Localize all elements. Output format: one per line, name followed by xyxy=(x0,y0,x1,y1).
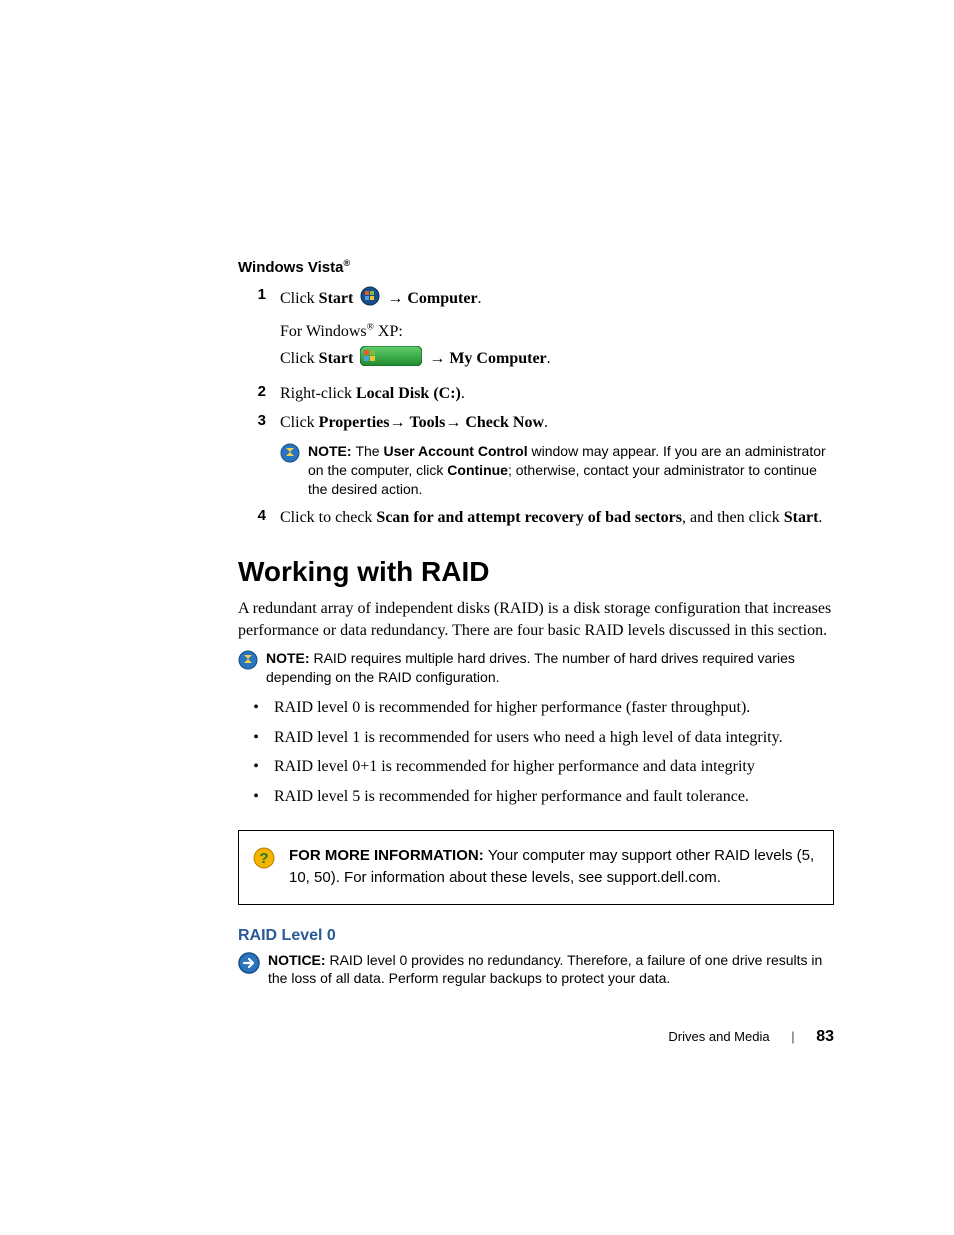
step-body: Click to check Scan for and attempt reco… xyxy=(280,507,822,529)
text: . xyxy=(818,509,822,526)
notice-label: NOTICE: xyxy=(268,952,329,968)
text: . xyxy=(478,290,482,307)
note-text: NOTE: The User Account Control window ma… xyxy=(308,442,834,499)
list-item: • RAID level 0 is recommended for higher… xyxy=(238,697,834,719)
start-button-xp-icon xyxy=(360,346,422,373)
text-bold: Start xyxy=(784,509,819,526)
text: Click xyxy=(280,350,319,367)
bullet-icon: • xyxy=(238,727,274,749)
bullet-icon: • xyxy=(238,756,274,778)
footer-section: Drives and Media xyxy=(668,1029,769,1044)
document-page: Windows Vista® 1 Click Start → Computer.… xyxy=(0,0,954,1146)
step-4: 4 Click to check Scan for and attempt re… xyxy=(238,507,834,529)
step-body: Click Start → Computer. xyxy=(280,286,482,313)
question-mark-icon: ? xyxy=(253,847,275,877)
text: RAID level 0 provides no redundancy. The… xyxy=(268,952,822,987)
text: Click xyxy=(280,414,319,431)
step-1-sub: For Windows® XP: xyxy=(280,321,834,343)
list-item: • RAID level 1 is recommended for users … xyxy=(238,727,834,749)
text: . xyxy=(547,350,551,367)
bullet-icon: • xyxy=(238,697,274,719)
text-bold: User Account Control xyxy=(383,443,527,459)
text-bold: Local Disk (C:) xyxy=(356,385,461,402)
text-bold: Check Now xyxy=(465,414,544,431)
list-item: • RAID level 5 is recommended for higher… xyxy=(238,786,834,808)
list-item: • RAID level 0+1 is recommended for high… xyxy=(238,756,834,778)
text-bold: Start xyxy=(319,350,354,367)
for-more-information-box: ? FOR MORE INFORMATION: Your computer ma… xyxy=(238,830,834,905)
text: RAID requires multiple hard drives. The … xyxy=(266,650,795,685)
text: Right-click xyxy=(280,385,356,402)
text: The xyxy=(355,443,383,459)
note-raid-drives: NOTE: RAID requires multiple hard drives… xyxy=(238,649,834,687)
text: → xyxy=(445,414,465,431)
text: . xyxy=(461,385,465,402)
step-2: 2 Right-click Local Disk (C:). xyxy=(238,383,834,405)
note-uac: NOTE: The User Account Control window ma… xyxy=(280,442,834,499)
text: → xyxy=(389,414,409,431)
text: → xyxy=(383,290,407,307)
text: , and then click xyxy=(682,509,784,526)
notice-raid0: NOTICE: RAID level 0 provides no redunda… xyxy=(238,951,834,989)
note-icon xyxy=(280,443,300,468)
bullet-text: RAID level 5 is recommended for higher p… xyxy=(274,786,749,808)
page-footer: Drives and Media | 83 xyxy=(238,1028,834,1046)
step-body: Right-click Local Disk (C:). xyxy=(280,383,465,405)
heading-text: Windows Vista xyxy=(238,259,343,276)
bullet-text: RAID level 0 is recommended for higher p… xyxy=(274,697,750,719)
step-body: Click Properties→ Tools→ Check Now. xyxy=(280,412,548,434)
bullet-text: RAID level 0+1 is recommended for higher… xyxy=(274,756,755,778)
text-bold: Start xyxy=(319,290,354,307)
step-number: 4 xyxy=(238,507,280,524)
step-3: 3 Click Properties→ Tools→ Check Now. xyxy=(238,412,834,434)
page-number: 83 xyxy=(816,1028,834,1045)
note-text: NOTE: RAID requires multiple hard drives… xyxy=(266,649,834,687)
registered-symbol: ® xyxy=(367,321,374,332)
text-bold: Properties xyxy=(319,414,390,431)
svg-text:?: ? xyxy=(259,850,268,867)
text-bold: Scan for and attempt recovery of bad sec… xyxy=(376,509,682,526)
footer-divider: | xyxy=(791,1029,794,1044)
step-number: 3 xyxy=(238,412,280,429)
text-bold: Tools xyxy=(409,414,445,431)
registered-symbol: ® xyxy=(343,258,350,268)
step-number: 2 xyxy=(238,383,280,400)
text: Click to check xyxy=(280,509,376,526)
raid-bullet-list: • RAID level 0 is recommended for higher… xyxy=(238,697,834,807)
bullet-text: RAID level 1 is recommended for users wh… xyxy=(274,727,783,749)
text-bold: Computer xyxy=(407,290,477,307)
text: For Windows xyxy=(280,323,367,340)
heading-raid-level-0: RAID Level 0 xyxy=(238,927,834,945)
start-orb-vista-icon xyxy=(360,286,380,313)
notice-text: NOTICE: RAID level 0 provides no redunda… xyxy=(268,951,834,989)
notice-icon xyxy=(238,952,260,979)
step-1-sub2: Click Start → My Computer. xyxy=(280,346,834,373)
note-label: NOTE: xyxy=(266,650,313,666)
text-bold: Continue xyxy=(447,462,508,478)
text: . xyxy=(544,414,548,431)
info-label: FOR MORE INFORMATION: xyxy=(289,847,488,864)
text: → xyxy=(425,350,449,367)
note-label: NOTE: xyxy=(308,443,355,459)
bullet-icon: • xyxy=(238,786,274,808)
note-icon xyxy=(238,650,258,675)
text-bold: My Computer xyxy=(449,350,546,367)
heading-windows-vista: Windows Vista® xyxy=(238,258,834,276)
raid-intro-paragraph: A redundant array of independent disks (… xyxy=(238,598,834,641)
heading-working-with-raid: Working with RAID xyxy=(238,556,834,588)
text: XP: xyxy=(374,323,403,340)
step-1: 1 Click Start → Computer. xyxy=(238,286,834,313)
text: Click xyxy=(280,290,319,307)
step-number: 1 xyxy=(238,286,280,303)
